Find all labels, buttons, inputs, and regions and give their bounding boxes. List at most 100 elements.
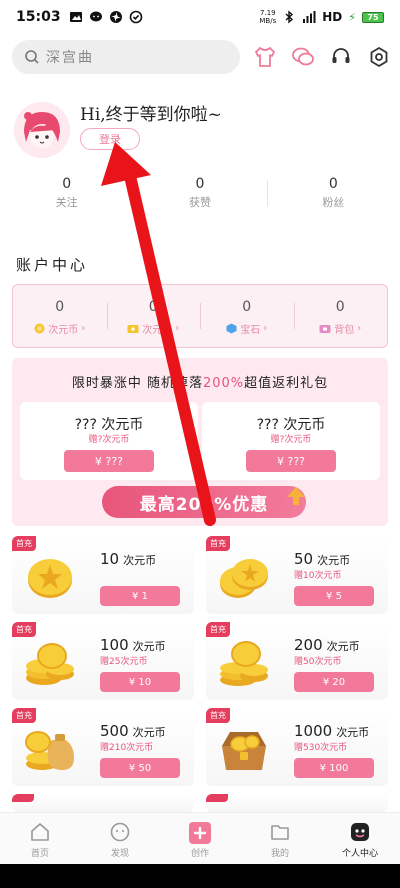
stat-label: 粉丝	[322, 196, 345, 209]
net-speed: 7.19 MB/s	[259, 9, 276, 25]
stat-value: 0	[62, 176, 72, 192]
status-right: 7.19 MB/s HD ⚡ 75	[259, 9, 384, 25]
nav-profile[interactable]: 个人中心	[320, 813, 400, 864]
support-button[interactable]	[328, 44, 354, 70]
search-bar[interactable]: 深宫曲	[12, 40, 240, 74]
acct-item-coins[interactable]: 0 次元币 ›	[13, 285, 107, 347]
coin-amount-row: 10 次元币	[100, 550, 156, 568]
coin-bonus: 赠530次元币	[294, 743, 348, 753]
nav-discover[interactable]: 发现	[80, 813, 160, 864]
signal-icon	[303, 11, 316, 23]
stat-followers[interactable]: 0 粉丝	[266, 176, 400, 210]
acct-value: 0	[148, 299, 158, 315]
promo-title-a: 限时暴涨中 随机掉落	[71, 376, 203, 391]
coin-price-button[interactable]: ¥ 50	[100, 758, 180, 778]
coin-icon	[34, 323, 45, 334]
account-center-card: 0 次元币 › 0 次元券 › 0 宝石 › 0 背包 ›	[12, 284, 388, 348]
promo-card-sub: 赠?次元币	[270, 435, 312, 445]
net-speed-unit: MB/s	[259, 17, 277, 25]
nav-label: 首页	[30, 849, 49, 859]
login-button[interactable]: 登录	[80, 128, 140, 150]
coin-package-card[interactable]: 首充 100 次元币 赠25次元币 ¥ 10	[12, 622, 194, 700]
acct-label-row: 次元券 ›	[107, 321, 201, 336]
nav-label: 个人中心	[341, 849, 378, 859]
greeting-text: Hi,终于等到你啦~	[80, 105, 222, 125]
gem-icon	[226, 323, 237, 334]
wardrobe-button[interactable]	[252, 44, 278, 70]
battery-icon: 75	[362, 11, 384, 23]
settings-button[interactable]	[366, 44, 392, 70]
promo-card-title: ??? 次元币	[256, 417, 326, 433]
coin-price-button[interactable]: ¥ 5	[294, 586, 374, 606]
first-charge-tag	[206, 794, 228, 802]
headset-icon	[332, 48, 350, 63]
coin-price-button[interactable]: ¥ 10	[100, 672, 180, 692]
coin-amount: 50	[294, 550, 314, 568]
acct-value: 0	[335, 299, 345, 315]
first-charge-tag: 首充	[206, 622, 230, 637]
promo-card[interactable]: ??? 次元币 赠?次元币 ¥ ???	[20, 402, 198, 480]
coin-amount: 10	[100, 550, 120, 568]
chat-bubble-icon	[89, 11, 102, 22]
avatar[interactable]	[14, 102, 70, 158]
coin-bonus: 赠210次元币	[100, 743, 154, 753]
coin-amount: 100	[100, 636, 129, 654]
promo-card-sub: 赠?次元币	[88, 435, 130, 445]
status-bar: 15:03 7.19 MB/s HD ⚡ 75	[0, 0, 400, 34]
account-center-title: 账户中心	[16, 256, 89, 274]
promo-card-title: ??? 次元币	[74, 417, 144, 433]
nav-label: 我的	[270, 849, 289, 859]
chat-button[interactable]	[290, 44, 316, 70]
coin-unit: 次元币	[326, 640, 360, 653]
stat-likes[interactable]: 0 获赞	[133, 176, 266, 210]
promo-card[interactable]: ??? 次元币 赠?次元币 ¥ ???	[202, 402, 380, 480]
search-placeholder: 深宫曲	[46, 50, 94, 66]
coin-bonus: 赠50次元币	[294, 657, 342, 667]
battery-level: 75	[367, 12, 379, 22]
profile-stats: 0 关注 0 获赞 0 粉丝	[0, 176, 400, 210]
nav-home[interactable]: 首页	[0, 813, 80, 864]
folder-icon	[271, 825, 289, 840]
first-charge-tag: 首充	[206, 536, 230, 551]
stat-following[interactable]: 0 关注	[0, 176, 133, 210]
coin-price-button[interactable]: ¥ 20	[294, 672, 374, 692]
home-icon	[31, 823, 49, 841]
bag-icon	[319, 324, 331, 333]
coin-amount: 200	[294, 636, 323, 654]
promo-banner[interactable]: 最高200%优惠	[102, 486, 306, 518]
promo-price-button[interactable]: ¥ ???	[64, 450, 154, 472]
acct-label: 背包	[334, 325, 355, 336]
first-charge-tag: 首充	[12, 708, 36, 723]
pinwheel-icon	[109, 11, 122, 23]
bluetooth-icon	[285, 10, 294, 24]
nav-mine[interactable]: 我的	[240, 813, 320, 864]
acct-item-backpack[interactable]: 0 背包 ›	[293, 285, 388, 347]
coin-price-button[interactable]: ¥ 100	[294, 758, 374, 778]
coin-price-button[interactable]: ¥ 1	[100, 586, 180, 606]
nav-label: 创作	[190, 849, 209, 859]
chevron-right-icon: ›	[81, 323, 86, 334]
nav-create[interactable]: 创作	[160, 813, 240, 864]
check-circle-icon	[129, 10, 142, 24]
treasure-chest-icon	[222, 732, 266, 770]
coin-amount: 1000	[294, 722, 333, 740]
stat-label: 关注	[55, 196, 78, 209]
coin-package-card[interactable]: 首充 10 次元币 ¥ 1	[12, 536, 194, 614]
notification-icons	[69, 10, 143, 24]
coin-package-card[interactable]: 首充 200 次元币 赠50次元币 ¥ 20	[206, 622, 388, 700]
wardrobe-icon	[255, 47, 275, 67]
coin-package-card[interactable]: 首充 1000 次元币 赠530次元币 ¥ 100	[206, 708, 388, 786]
coin-package-card-partial[interactable]	[12, 794, 194, 812]
charging-icon: ⚡	[348, 10, 356, 24]
acct-item-vouchers[interactable]: 0 次元券 ›	[106, 285, 201, 347]
acct-item-gems[interactable]: 0 宝石 ›	[200, 285, 294, 347]
coin-package-card-partial[interactable]	[206, 794, 388, 812]
coin-package-card[interactable]: 首充 500 次元币 赠210次元币 ¥ 50	[12, 708, 194, 786]
promo-price-button[interactable]: ¥ ???	[246, 450, 336, 472]
up-arrow-icon	[287, 487, 305, 505]
first-charge-tag	[12, 794, 34, 802]
header-icons	[252, 44, 392, 70]
nav-label: 发现	[110, 849, 129, 859]
net-speed-value: 7.19	[260, 9, 276, 17]
coin-package-card[interactable]: 首充 50 次元币 赠10次元币 ¥ 5	[206, 536, 388, 614]
